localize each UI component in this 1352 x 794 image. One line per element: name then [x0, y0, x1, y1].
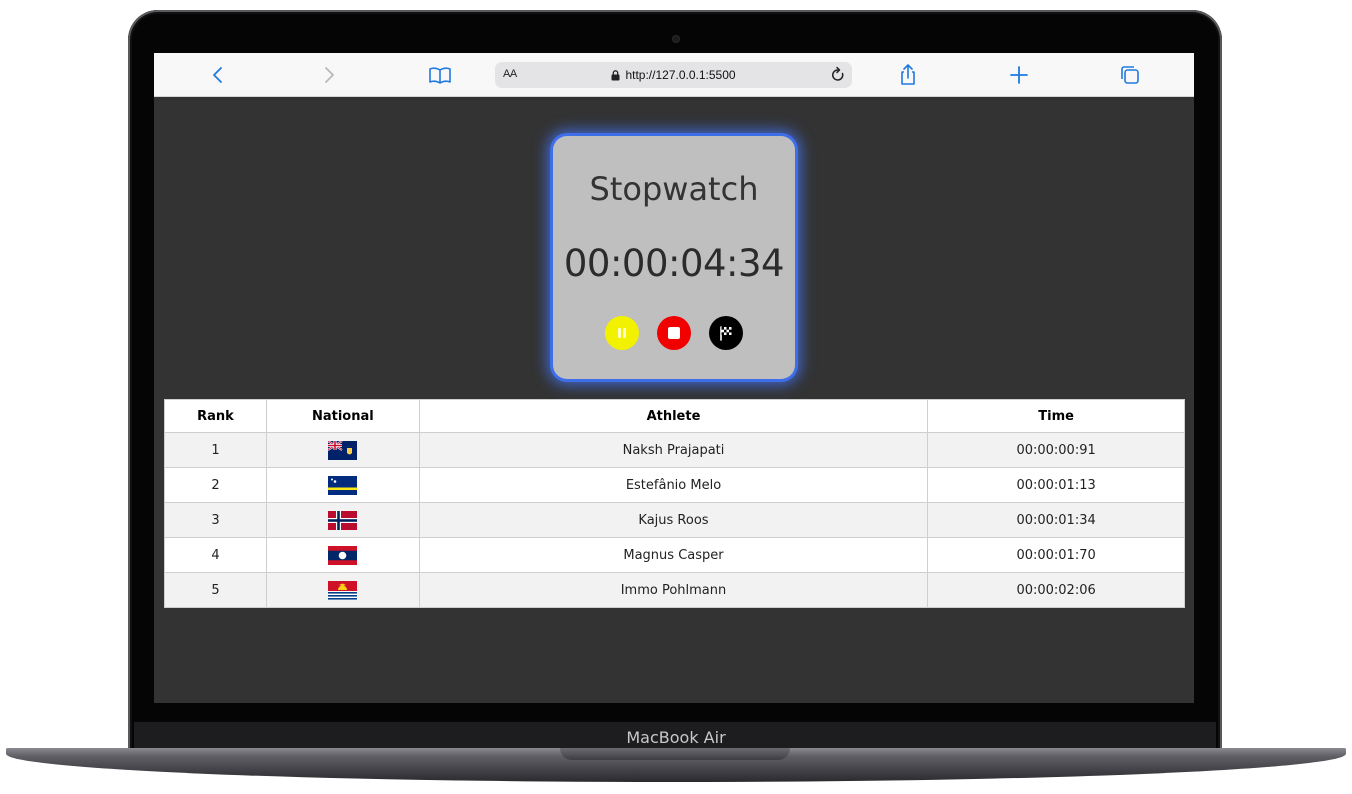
screen: AA http://127.0.0.1:5500 Stopwatch 00:00…: [154, 53, 1194, 703]
athlete-cell: Immo Pohlmann: [418, 572, 929, 608]
share-icon: [901, 64, 915, 85]
laptop-notch: [560, 748, 790, 760]
camera-icon: [672, 35, 680, 43]
athlete-cell: Magnus Casper: [418, 537, 929, 573]
url-text[interactable]: http://127.0.0.1:5500: [625, 68, 735, 82]
new-tab-button[interactable]: [1005, 61, 1033, 89]
forward-button[interactable]: [315, 61, 343, 89]
table-row: 4 Magnus Casper 00:00:01:70: [164, 537, 1185, 573]
lock-icon: [611, 69, 620, 81]
kiribati-flag-icon: [328, 580, 358, 600]
lap-flag-button[interactable]: [709, 316, 743, 350]
national-cell: [265, 502, 420, 538]
rank-cell: 4: [164, 537, 267, 573]
time-cell: 00:00:00:91: [927, 432, 1185, 468]
national-cell: [265, 537, 420, 573]
rank-cell: 1: [164, 432, 267, 468]
bookmarks-icon: [429, 67, 451, 84]
stopwatch-time-display: 00:00:04:34: [563, 242, 785, 285]
forward-icon: [325, 67, 334, 83]
reload-icon: [832, 66, 844, 81]
time-cell: 00:00:01:13: [927, 467, 1185, 503]
reload-button[interactable]: [828, 65, 848, 85]
address-bar[interactable]: AA http://127.0.0.1:5500: [495, 62, 852, 88]
device-brand-label: MacBook Air: [626, 728, 726, 747]
share-button[interactable]: [894, 61, 922, 89]
pause-button[interactable]: [605, 316, 639, 350]
stopwatch-title: Stopwatch: [589, 170, 759, 208]
athlete-cell: Kajus Roos: [418, 502, 929, 538]
bookmarks-button[interactable]: [426, 61, 454, 89]
browser-toolbar: AA http://127.0.0.1:5500: [154, 53, 1194, 97]
time-cell: 00:00:01:70: [927, 537, 1185, 573]
url-wrap: http://127.0.0.1:5500: [495, 62, 852, 88]
table-row: 2 Estefânio Melo 00:00:01:13: [164, 467, 1185, 503]
curacao-flag-icon: [328, 475, 358, 495]
rank-cell: 3: [164, 502, 267, 538]
norway-flag-icon: [328, 510, 358, 530]
tabs-icon: [1121, 66, 1139, 84]
time-cell: 00:00:02:06: [927, 572, 1185, 608]
time-cell: 00:00:01:34: [927, 502, 1185, 538]
table-row: 3 Kajus Roos 00:00:01:34: [164, 502, 1185, 538]
rank-cell: 2: [164, 467, 267, 503]
national-cell: [265, 467, 420, 503]
national-cell: [265, 572, 420, 608]
header-national: National: [265, 399, 420, 433]
national-cell: [265, 432, 420, 468]
table-row: 1 Naksh Prajapati 00:00:00:91: [164, 432, 1185, 468]
laos-flag-icon: [328, 545, 358, 565]
stop-icon: [668, 327, 680, 339]
flag-icon: [720, 326, 732, 341]
header-rank: Rank: [164, 399, 267, 433]
rank-cell: 5: [164, 572, 267, 608]
back-icon: [213, 67, 222, 83]
stopwatch-card: Stopwatch 00:00:04:34: [553, 136, 795, 379]
results-table: Rank National Athlete Time 1 Naksh Praja…: [164, 399, 1185, 608]
pause-icon: [618, 328, 626, 338]
new-tab-icon: [1010, 66, 1028, 84]
header-time: Time: [927, 399, 1185, 433]
back-button[interactable]: [204, 61, 232, 89]
table-row: 5 Immo Pohlmann 00:00:02:06: [164, 572, 1185, 608]
table-header-row: Rank National Athlete Time: [164, 399, 1185, 433]
header-athlete: Athlete: [418, 399, 929, 433]
stop-button[interactable]: [657, 316, 691, 350]
turks-and-caicos-flag-icon: [328, 440, 358, 460]
athlete-cell: Naksh Prajapati: [418, 432, 929, 468]
tabs-button[interactable]: [1116, 61, 1144, 89]
athlete-cell: Estefânio Melo: [418, 467, 929, 503]
